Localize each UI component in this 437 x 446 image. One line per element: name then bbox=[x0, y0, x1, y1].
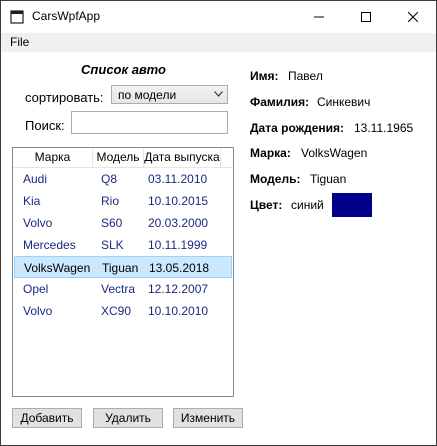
window-title: CarsWpfApp bbox=[32, 9, 101, 23]
cell-date: 12.12.2007 bbox=[148, 282, 209, 296]
car-color-value: синий bbox=[291, 198, 324, 212]
main-content: Список авто сортировать: по модели Поиск… bbox=[1, 52, 436, 445]
app-window: CarsWpfApp File Список авто сортировать:… bbox=[0, 0, 437, 446]
search-label: Поиск: bbox=[25, 118, 65, 133]
birth-date-value: 13.11.1965 bbox=[354, 121, 414, 135]
owner-name-value: Павел bbox=[288, 69, 323, 83]
chevron-down-icon bbox=[214, 91, 223, 97]
car-color-label: Цвет: bbox=[250, 198, 283, 212]
menu-bar: File bbox=[1, 33, 436, 52]
car-model-value: Tiguan bbox=[310, 172, 347, 186]
edit-button[interactable]: Изменить bbox=[173, 408, 243, 428]
maximize-icon bbox=[361, 12, 371, 22]
title-bar[interactable]: CarsWpfApp bbox=[1, 1, 436, 33]
car-model-label: Модель: bbox=[250, 172, 301, 186]
cell-date: 03.11.2010 bbox=[148, 172, 208, 186]
list-header: Марка Модель Дата выпуска bbox=[13, 148, 233, 168]
app-icon bbox=[10, 10, 24, 24]
list-title: Список авто bbox=[81, 62, 166, 77]
sort-select[interactable]: по модели bbox=[111, 85, 228, 104]
minimize-button[interactable] bbox=[296, 1, 342, 33]
cell-make: Opel bbox=[23, 282, 49, 296]
delete-button[interactable]: Удалить bbox=[93, 408, 163, 428]
owner-surname-label: Фамилия: bbox=[250, 95, 310, 109]
sort-selected-value: по модели bbox=[118, 88, 177, 102]
cell-make: Kia bbox=[23, 194, 41, 208]
column-header-date[interactable]: Дата выпуска bbox=[144, 148, 221, 167]
owner-surname-value: Синкевич bbox=[317, 95, 371, 109]
cell-make: Volvo bbox=[23, 216, 53, 230]
owner-name-label: Имя: bbox=[250, 69, 279, 83]
table-row[interactable]: Audi Q8 03.11.2010 bbox=[14, 168, 232, 190]
cell-model: XC90 bbox=[101, 304, 132, 318]
birth-date-label: Дата рождения: bbox=[250, 121, 345, 135]
maximize-button[interactable] bbox=[343, 1, 389, 33]
table-row-selected[interactable]: VolksWagen Tiguan 13.05.2018 bbox=[14, 256, 232, 278]
close-icon bbox=[408, 12, 418, 22]
color-swatch bbox=[332, 193, 372, 217]
cell-date: 10.10.2015 bbox=[148, 194, 209, 208]
cell-model: Q8 bbox=[101, 172, 118, 186]
cell-make: VolksWagen bbox=[24, 261, 91, 275]
cell-date: 13.05.2018 bbox=[149, 261, 210, 275]
car-make-label: Марка: bbox=[250, 146, 291, 160]
cell-model: Vectra bbox=[101, 282, 136, 296]
table-row[interactable]: Kia Rio 10.10.2015 bbox=[14, 190, 232, 212]
cell-date: 10.11.1999 bbox=[148, 238, 208, 252]
cell-model: SLK bbox=[101, 238, 124, 252]
table-row[interactable]: Volvo XC90 10.10.2010 bbox=[14, 300, 232, 322]
cell-date: 20.03.2000 bbox=[148, 216, 209, 230]
add-button[interactable]: Добавить bbox=[12, 408, 82, 428]
column-header-make[interactable]: Марка bbox=[13, 148, 93, 167]
minimize-icon bbox=[314, 16, 324, 18]
cell-make: Volvo bbox=[23, 304, 53, 318]
cell-make: Audi bbox=[23, 172, 48, 186]
cell-model: Rio bbox=[101, 194, 120, 208]
cell-model: S60 bbox=[101, 216, 123, 230]
close-button[interactable] bbox=[390, 1, 436, 33]
cars-listview[interactable]: Марка Модель Дата выпуска Audi Q8 03.11.… bbox=[12, 147, 234, 397]
table-row[interactable]: Mercedes SLK 10.11.1999 bbox=[14, 234, 232, 256]
column-header-model[interactable]: Модель bbox=[93, 148, 144, 167]
cell-make: Mercedes bbox=[23, 238, 76, 252]
search-input[interactable] bbox=[71, 111, 228, 134]
sort-label: сортировать: bbox=[25, 90, 104, 105]
table-row[interactable]: Opel Vectra 12.12.2007 bbox=[14, 278, 232, 300]
menu-file[interactable]: File bbox=[10, 35, 29, 49]
cell-model: Tiguan bbox=[102, 261, 139, 275]
cell-date: 10.10.2010 bbox=[148, 304, 209, 318]
table-row[interactable]: Volvo S60 20.03.2000 bbox=[14, 212, 232, 234]
car-make-value: VolksWagen bbox=[301, 146, 368, 160]
